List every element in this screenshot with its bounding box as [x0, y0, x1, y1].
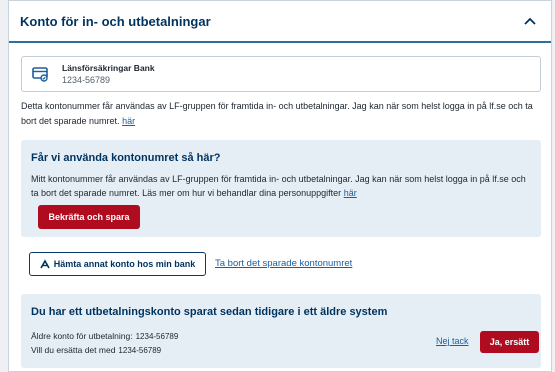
- panel-header[interactable]: Konto för in- och utbetalningar: [9, 1, 551, 43]
- bank-name: Länsförsäkringar Bank: [62, 62, 155, 73]
- bank-link-icon: [40, 259, 50, 269]
- consent-title: Får vi använda kontonumret så här?: [31, 152, 221, 164]
- fetch-other-account-button[interactable]: Hämta annat konto hos min bank: [29, 252, 206, 276]
- old-account-number: 1234-56789: [135, 332, 179, 341]
- consent-box: Får vi använda kontonumret så här? Mitt …: [21, 140, 541, 237]
- account-details: Länsförsäkringar Bank 1234-56789: [62, 63, 155, 86]
- old-account-line: Äldre konto för utbetalning: 1234-56789: [31, 331, 178, 341]
- replace-question-label: Vill du ersätta det med: [31, 345, 116, 355]
- consent-text: Mitt kontonummer får användas av LF-grup…: [31, 172, 531, 200]
- decline-link[interactable]: Nej tack: [436, 336, 469, 346]
- saved-account-card: Länsförsäkringar Bank 1234-56789: [21, 56, 541, 92]
- chevron-up-icon[interactable]: [523, 16, 537, 26]
- intro-body: Detta kontonummer får användas av LF-gru…: [21, 101, 533, 126]
- replace-question-line: Vill du ersätta det med 1234-56789: [31, 345, 161, 355]
- old-account-label: Äldre konto för utbetalning:: [31, 331, 133, 341]
- bank-card-icon: [30, 63, 52, 85]
- panel-title: Konto för in- och utbetalningar: [20, 13, 211, 29]
- intro-link[interactable]: här: [122, 116, 135, 126]
- replace-button[interactable]: Ja, ersätt: [480, 331, 539, 353]
- consent-link[interactable]: här: [344, 188, 357, 198]
- confirm-save-button[interactable]: Bekräfta och spara: [38, 205, 140, 229]
- remove-saved-account-link[interactable]: Ta bort det sparade kontonumret: [215, 258, 352, 269]
- old-account-box: Du har ett utbetalningskonto sparat seda…: [21, 294, 541, 368]
- replace-account-number: 1234-56789: [118, 346, 162, 355]
- consent-body: Mitt kontonummer får användas av LF-grup…: [31, 174, 526, 198]
- fetch-label: Hämta annat konto hos min bank: [53, 259, 196, 269]
- intro-text: Detta kontonummer får användas av LF-gru…: [21, 99, 543, 129]
- old-account-title: Du har ett utbetalningskonto sparat seda…: [31, 306, 388, 318]
- account-panel: Konto för in- och utbetalningar Länsförs…: [8, 0, 552, 372]
- account-number: 1234-56789: [62, 74, 111, 85]
